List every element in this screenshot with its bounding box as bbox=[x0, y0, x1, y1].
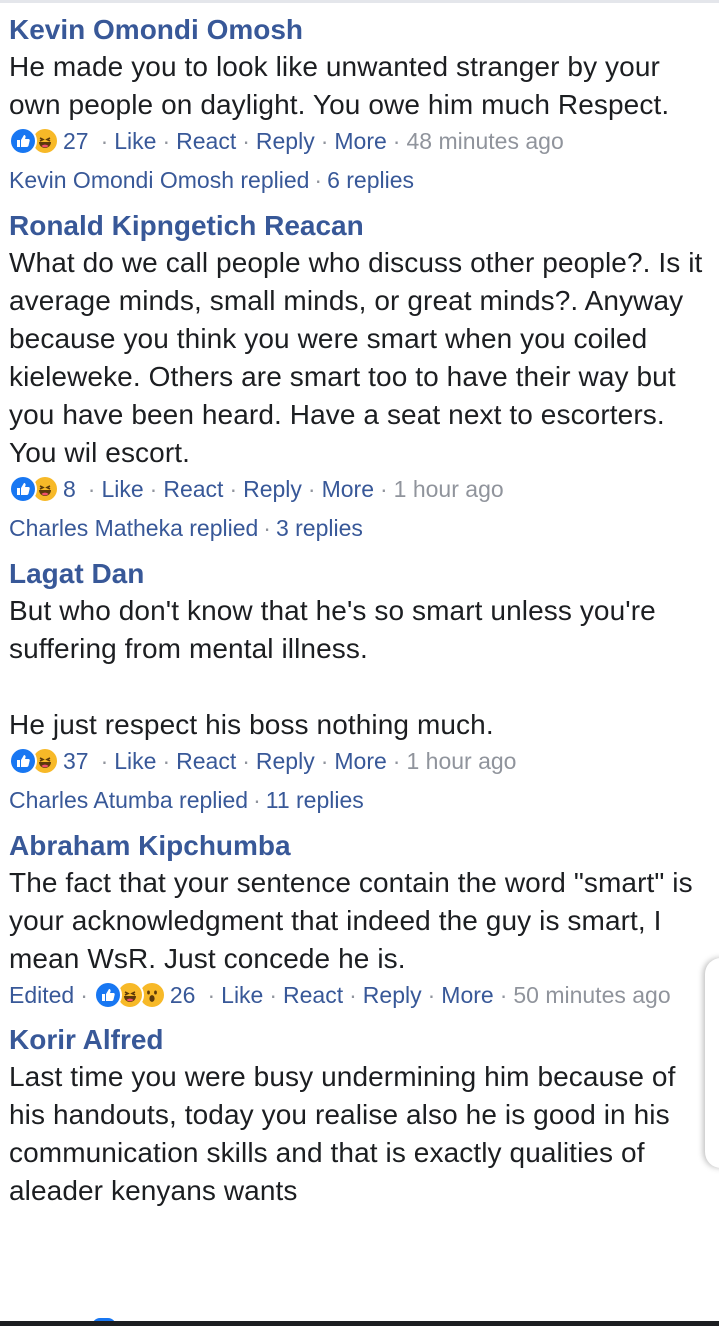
replies-author: Charles Matheka replied bbox=[9, 515, 259, 541]
separator-dot: · bbox=[162, 748, 171, 774]
comment-actions: 37 · Like · React · Reply · More · 1 hou… bbox=[9, 744, 711, 778]
like-button[interactable]: Like bbox=[114, 744, 156, 778]
replies-link[interactable]: Charles Matheka replied · 3 replies bbox=[9, 510, 711, 546]
comment-author[interactable]: Abraham Kipchumba bbox=[9, 828, 711, 864]
replies-author: Kevin Omondi Omosh replied bbox=[9, 167, 310, 193]
reply-button[interactable]: Reply bbox=[256, 124, 315, 158]
separator-dot: · bbox=[87, 476, 96, 502]
more-button[interactable]: More bbox=[334, 744, 386, 778]
separator-dot: · bbox=[253, 787, 261, 813]
reply-button[interactable]: Reply bbox=[363, 978, 422, 1012]
comment-actions: 27 · Like · React · Reply · More · 48 mi… bbox=[9, 124, 711, 158]
separator-dot: · bbox=[349, 982, 357, 1008]
comment: Kevin Omondi Omosh He made you to look l… bbox=[9, 12, 711, 198]
react-button[interactable]: React bbox=[163, 472, 223, 506]
like-icon bbox=[9, 747, 37, 775]
separator-dot: · bbox=[100, 128, 109, 154]
reply-button[interactable]: Reply bbox=[256, 744, 315, 778]
comment-text: He made you to look like unwanted strang… bbox=[9, 51, 670, 120]
comment-timestamp: 1 hour ago bbox=[393, 476, 504, 502]
reaction-count: 27 bbox=[63, 128, 89, 154]
comment-timestamp: 48 minutes ago bbox=[406, 128, 564, 154]
separator-dot: · bbox=[314, 167, 323, 193]
separator-dot: · bbox=[307, 476, 316, 502]
replies-link[interactable]: Kevin Omondi Omosh replied · 6 replies bbox=[9, 162, 711, 198]
separator-dot: · bbox=[427, 982, 436, 1008]
separator-dot: · bbox=[392, 128, 401, 154]
top-divider bbox=[0, 0, 719, 3]
comment-list: Kevin Omondi Omosh He made you to look l… bbox=[9, 12, 711, 1220]
comment-author[interactable]: Korir Alfred bbox=[9, 1022, 711, 1058]
reaction-count: 8 bbox=[63, 476, 76, 502]
comment-timestamp: 1 hour ago bbox=[406, 748, 517, 774]
separator-dot: · bbox=[149, 476, 158, 502]
comment-actions: Edited · 26 · Like · React · Reply · Mor… bbox=[9, 978, 711, 1012]
comment: Lagat Dan But who don't know that he's s… bbox=[9, 556, 711, 818]
comment-author[interactable]: Lagat Dan bbox=[9, 556, 711, 592]
separator-dot: · bbox=[320, 128, 329, 154]
separator-dot: · bbox=[242, 748, 250, 774]
like-icon bbox=[9, 475, 37, 503]
reactions-summary[interactable]: 26 bbox=[93, 978, 196, 1012]
more-button[interactable]: More bbox=[441, 978, 493, 1012]
reactions-summary[interactable]: 8 bbox=[9, 472, 76, 506]
like-icon bbox=[9, 127, 37, 155]
like-button[interactable]: Like bbox=[114, 124, 156, 158]
more-button[interactable]: More bbox=[322, 472, 374, 506]
replies-count: 3 replies bbox=[275, 515, 363, 541]
comment: Korir Alfred Last time you were busy und… bbox=[9, 1022, 711, 1210]
separator-dot: · bbox=[229, 476, 238, 502]
reaction-count: 26 bbox=[169, 982, 196, 1008]
comment-timestamp: 50 minutes ago bbox=[513, 982, 671, 1008]
bottom-bar bbox=[0, 1321, 719, 1326]
reply-button[interactable]: Reply bbox=[243, 472, 302, 506]
more-button[interactable]: More bbox=[334, 124, 386, 158]
react-button[interactable]: React bbox=[176, 124, 236, 158]
separator-dot: · bbox=[380, 476, 388, 502]
separator-dot: · bbox=[162, 128, 171, 154]
separator-dot: · bbox=[207, 982, 216, 1008]
comment-author[interactable]: Kevin Omondi Omosh bbox=[9, 12, 711, 48]
comment-text: What do we call people who discuss other… bbox=[9, 247, 711, 468]
reaction-count: 37 bbox=[63, 748, 89, 774]
reactions-summary[interactable]: 27 bbox=[9, 124, 89, 158]
separator-dot: · bbox=[263, 515, 271, 541]
separator-dot: · bbox=[100, 748, 109, 774]
separator-dot: · bbox=[80, 982, 88, 1008]
comment-text: But who don't know that he's so smart un… bbox=[9, 595, 656, 740]
separator-dot: · bbox=[499, 982, 508, 1008]
replies-link[interactable]: Charles Atumba replied · 11 replies bbox=[9, 782, 711, 818]
separator-dot: · bbox=[320, 748, 329, 774]
replies-count: 6 replies bbox=[327, 167, 415, 193]
like-button[interactable]: Like bbox=[101, 472, 143, 506]
scroll-handle[interactable] bbox=[705, 958, 719, 1168]
separator-dot: · bbox=[392, 748, 401, 774]
separator-dot: · bbox=[269, 982, 278, 1008]
comment-author[interactable]: Ronald Kipngetich Reacan bbox=[9, 208, 711, 244]
comment: Ronald Kipngetich Reacan What do we call… bbox=[9, 208, 711, 546]
like-button[interactable]: Like bbox=[221, 978, 263, 1012]
react-button[interactable]: React bbox=[283, 978, 343, 1012]
separator-dot: · bbox=[242, 128, 250, 154]
like-icon bbox=[93, 981, 122, 1009]
edited-label[interactable]: Edited bbox=[9, 978, 74, 1012]
comment: Abraham Kipchumba The fact that your sen… bbox=[9, 828, 711, 1012]
replies-author: Charles Atumba replied bbox=[9, 787, 249, 813]
replies-count: 11 replies bbox=[265, 787, 364, 813]
reactions-summary[interactable]: 37 bbox=[9, 744, 89, 778]
comment-text: The fact that your sentence contain the … bbox=[9, 867, 701, 974]
comment-actions: 8 · Like · React · Reply · More · 1 hour… bbox=[9, 472, 711, 506]
react-button[interactable]: React bbox=[176, 744, 236, 778]
comment-text: Last time you were busy undermining him … bbox=[9, 1061, 684, 1206]
